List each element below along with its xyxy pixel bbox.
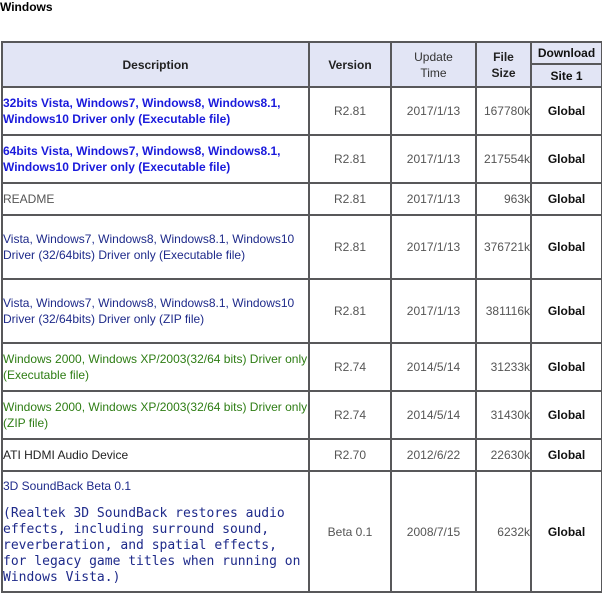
row-description: 32bits Vista, Windows7, Windows8, Window… xyxy=(1,86,310,136)
readme-link[interactable]: README xyxy=(3,192,54,206)
table-row: Windows 2000, Windows XP/2003(32/64 bits… xyxy=(1,390,602,440)
row-file-size: 376721k xyxy=(475,214,532,280)
row-version: R2.81 xyxy=(308,278,392,344)
header-file-size-line1: File xyxy=(493,49,514,64)
driver-description-detail: (Realtek 3D SoundBack restores audio eff… xyxy=(3,505,301,585)
header-update-time: Update Time xyxy=(390,41,477,88)
row-version: R2.81 xyxy=(308,182,392,216)
download-link-global[interactable]: Global xyxy=(530,134,602,184)
row-version: R2.81 xyxy=(308,214,392,280)
download-link-global[interactable]: Global xyxy=(530,390,602,440)
row-description: 64bits Vista, Windows7, Windows8, Window… xyxy=(1,134,310,184)
driver-link[interactable]: 32bits Vista, Windows7, Windows8, Window… xyxy=(3,96,281,126)
driver-download-table: Description Version Update Time File Size … xyxy=(1,41,602,593)
row-description: Windows 2000, Windows XP/2003(32/64 bits… xyxy=(1,342,310,392)
row-description: Vista, Windows7, Windows8, Windows8.1, W… xyxy=(1,278,310,344)
row-file-size: 31430k xyxy=(475,390,532,440)
row-update-time: 2012/6/22 xyxy=(390,438,477,472)
row-update-time: 2008/7/15 xyxy=(390,470,477,593)
row-version: R2.81 xyxy=(308,134,392,184)
header-version: Version xyxy=(308,41,392,88)
header-description: Description xyxy=(1,41,310,88)
row-file-size: 167780k xyxy=(475,86,532,136)
driver-link[interactable]: ATI HDMI Audio Device xyxy=(3,448,128,462)
header-update-time-line2: Time xyxy=(420,65,447,80)
driver-link[interactable]: Windows 2000, Windows XP/2003(32/64 bits… xyxy=(3,400,307,430)
row-update-time: 2017/1/13 xyxy=(390,278,477,344)
table-row: Vista, Windows7, Windows8, Windows8.1, W… xyxy=(1,214,602,280)
table-row: Windows 2000, Windows XP/2003(32/64 bits… xyxy=(1,342,602,392)
download-link-global[interactable]: Global xyxy=(530,182,602,216)
row-description: README xyxy=(1,182,310,216)
row-description: Vista, Windows7, Windows8, Windows8.1, W… xyxy=(1,214,310,280)
table-row: 3D SoundBack Beta 0.1 (Realtek 3D SoundB… xyxy=(1,470,602,593)
row-file-size: 31233k xyxy=(475,342,532,392)
table-row: README R2.81 2017/1/13 963k Global xyxy=(1,182,602,216)
row-file-size: 963k xyxy=(475,182,532,216)
row-update-time: 2014/5/14 xyxy=(390,390,477,440)
header-download: Download xyxy=(530,41,602,65)
header-file-size: File Size xyxy=(475,41,532,88)
table-row: 32bits Vista, Windows7, Windows8, Window… xyxy=(1,86,602,136)
driver-link[interactable]: Vista, Windows7, Windows8, Windows8.1, W… xyxy=(3,232,294,262)
row-description: ATI HDMI Audio Device xyxy=(1,438,310,472)
table-row: 64bits Vista, Windows7, Windows8, Window… xyxy=(1,134,602,184)
driver-link[interactable]: 3D SoundBack Beta 0.1 xyxy=(3,479,131,493)
section-title: Windows xyxy=(0,0,53,14)
table-row: ATI HDMI Audio Device R2.70 2012/6/22 22… xyxy=(1,438,602,472)
row-file-size: 22630k xyxy=(475,438,532,472)
row-description: 3D SoundBack Beta 0.1 (Realtek 3D SoundB… xyxy=(1,470,310,593)
download-link-global[interactable]: Global xyxy=(530,214,602,280)
download-link-global[interactable]: Global xyxy=(530,86,602,136)
row-version: Beta 0.1 xyxy=(308,470,392,593)
row-update-time: 2014/5/14 xyxy=(390,342,477,392)
download-link-global[interactable]: Global xyxy=(530,278,602,344)
row-description: Windows 2000, Windows XP/2003(32/64 bits… xyxy=(1,390,310,440)
download-link-global[interactable]: Global xyxy=(530,470,602,593)
row-update-time: 2017/1/13 xyxy=(390,182,477,216)
row-update-time: 2017/1/13 xyxy=(390,214,477,280)
row-version: R2.70 xyxy=(308,438,392,472)
download-link-global[interactable]: Global xyxy=(530,438,602,472)
download-link-global[interactable]: Global xyxy=(530,342,602,392)
row-version: R2.74 xyxy=(308,390,392,440)
row-file-size: 381116k xyxy=(475,278,532,344)
header-file-size-line2: Size xyxy=(491,65,516,80)
driver-link[interactable]: Vista, Windows7, Windows8, Windows8.1, W… xyxy=(3,296,294,326)
row-update-time: 2017/1/13 xyxy=(390,134,477,184)
row-file-size: 217554k xyxy=(475,134,532,184)
table-row: Vista, Windows7, Windows8, Windows8.1, W… xyxy=(1,278,602,344)
header-site-1: Site 1 xyxy=(530,63,602,88)
row-update-time: 2017/1/13 xyxy=(390,86,477,136)
row-version: R2.81 xyxy=(308,86,392,136)
driver-link[interactable]: Windows 2000, Windows XP/2003(32/64 bits… xyxy=(3,352,307,382)
row-version: R2.74 xyxy=(308,342,392,392)
row-file-size: 6232k xyxy=(475,470,532,593)
header-update-time-line1: Update xyxy=(414,49,453,64)
driver-link[interactable]: 64bits Vista, Windows7, Windows8, Window… xyxy=(3,144,281,174)
